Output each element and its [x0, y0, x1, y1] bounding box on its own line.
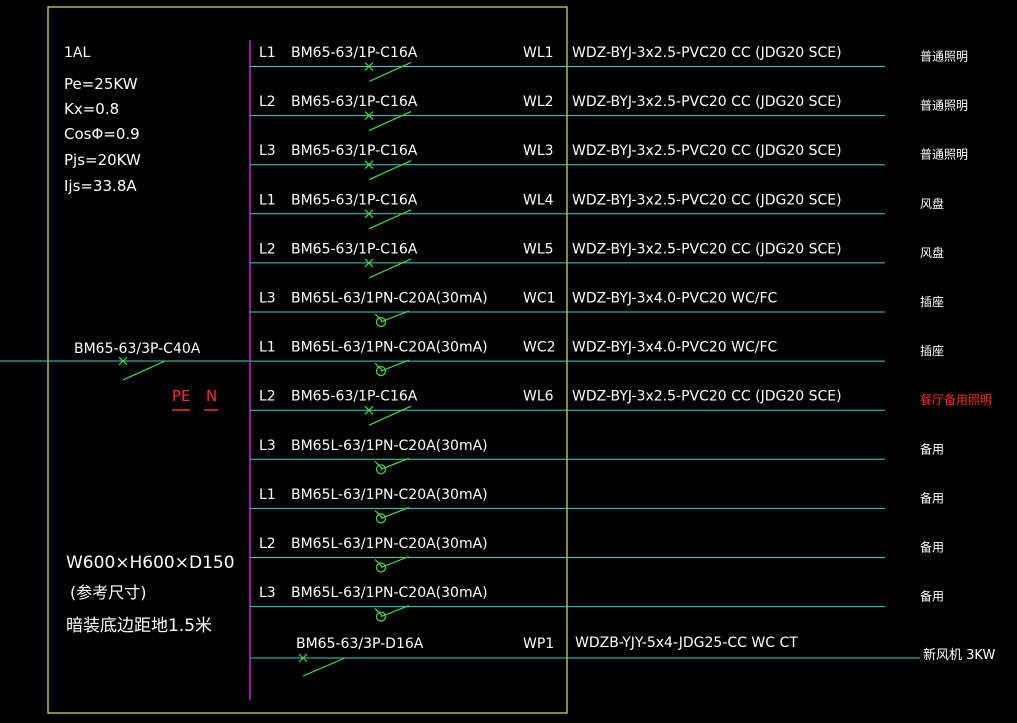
load-name: 普通照明 — [920, 99, 968, 113]
fan-breaker-label: BM65-63/3P-D16A — [296, 636, 424, 652]
circuit-id: WL5 — [523, 241, 554, 257]
fan-circuit-id: WP1 — [523, 636, 554, 652]
background — [0, 0, 1017, 719]
load-name: 普通照明 — [920, 50, 968, 64]
fan-load-name: 新风机 3KW — [923, 647, 995, 663]
load-name: 备用 — [920, 541, 944, 555]
load-name: 备用 — [920, 442, 944, 456]
load-name: 风盘 — [920, 196, 944, 211]
circuit-id: WL4 — [523, 192, 554, 208]
circuit-id: WC1 — [523, 291, 556, 307]
load-name: 备用 — [920, 590, 944, 604]
breaker-label: BM65L-63/1PN-C20A(30mA) — [291, 487, 488, 503]
phase-label: L2 — [259, 389, 276, 405]
phase-label: L3 — [259, 291, 276, 307]
panel-install-note: 暗装底边距地1.5米 — [66, 616, 212, 636]
breaker-label: BM65L-63/1PN-C20A(30mA) — [291, 340, 488, 356]
circuit-id: WL6 — [523, 389, 554, 405]
phase-label: L1 — [259, 487, 276, 503]
breaker-label: BM65L-63/1PN-C20A(30mA) — [291, 291, 488, 307]
phase-label: L3 — [259, 585, 276, 601]
breaker-label: BM65L-63/1PN-C20A(30mA) — [291, 585, 488, 601]
phase-label: L2 — [259, 536, 276, 552]
breaker-label: BM65L-63/1PN-C20A(30mA) — [291, 536, 488, 552]
phase-label: L3 — [259, 143, 276, 159]
phase-label: L2 — [259, 94, 276, 110]
breaker-label: BM65-63/1P-C16A — [291, 143, 418, 159]
breaker-label: BM65-63/1P-C16A — [291, 192, 418, 208]
cable-spec: WDZ-BYJ-3x2.5-PVC20 CC (JDG20 SCE) — [572, 45, 842, 61]
panel-param-cos: CosΦ=0.9 — [64, 125, 140, 143]
load-name: 插座 — [920, 294, 944, 309]
cable-spec: WDZ-BYJ-3x4.0-PVC20 WC/FC — [572, 340, 778, 356]
circuit-id: WL2 — [523, 94, 554, 110]
circuit-id: WL1 — [523, 45, 554, 61]
phase-label: L1 — [259, 340, 276, 356]
panel-name: 1AL — [64, 45, 90, 61]
load-name: 插座 — [920, 343, 944, 358]
phase-label: L3 — [259, 438, 276, 454]
breaker-label: BM65-63/1P-C16A — [291, 241, 418, 257]
phase-label: L1 — [259, 192, 276, 208]
panel-size-note: (参考尺寸) — [70, 583, 147, 602]
main-breaker-label: BM65-63/3P-C40A — [74, 341, 201, 357]
cable-spec: WDZ-BYJ-3x2.5-PVC20 CC (JDG20 SCE) — [572, 241, 842, 257]
cable-spec: WDZ-BYJ-3x2.5-PVC20 CC (JDG20 SCE) — [572, 389, 842, 405]
panel-param-pe: Pe=25KW — [64, 75, 138, 93]
phase-label: L2 — [259, 241, 276, 257]
circuit-id: WC2 — [523, 340, 556, 356]
panel-size: W600×H600×D150 — [66, 553, 235, 573]
fan-cable-spec: WDZB-YJY-5x4-JDG25-CC WC CT — [575, 635, 798, 651]
load-name: 普通照明 — [920, 148, 968, 162]
panel-param-ijs: Ijs=33.8A — [64, 177, 137, 195]
phase-label: L1 — [259, 45, 276, 61]
breaker-label: BM65L-63/1PN-C20A(30mA) — [291, 438, 488, 454]
panel-param-pjs: Pjs=20KW — [64, 151, 141, 169]
breaker-label: BM65-63/1P-C16A — [291, 94, 418, 110]
breaker-label: BM65-63/1P-C16A — [291, 45, 418, 61]
cable-spec: WDZ-BYJ-3x2.5-PVC20 CC (JDG20 SCE) — [572, 192, 842, 208]
circuit-id: WL3 — [523, 143, 554, 159]
load-name: 风盘 — [920, 245, 944, 260]
pe-label: PE — [172, 387, 191, 405]
breaker-label: BM65-63/1P-C16A — [291, 389, 418, 405]
panel-param-kx: Kx=0.8 — [64, 100, 119, 118]
distribution-panel-diagram: 1AL Pe=25KW Kx=0.8 CosΦ=0.9 Pjs=20KW Ijs… — [0, 0, 1017, 719]
cable-spec: WDZ-BYJ-3x4.0-PVC20 WC/FC — [572, 291, 778, 307]
cable-spec: WDZ-BYJ-3x2.5-PVC20 CC (JDG20 SCE) — [572, 94, 842, 110]
load-name: 餐厅备用照明 — [920, 392, 992, 407]
n-label: N — [206, 387, 217, 405]
load-name: 备用 — [920, 491, 944, 505]
cable-spec: WDZ-BYJ-3x2.5-PVC20 CC (JDG20 SCE) — [572, 143, 842, 159]
